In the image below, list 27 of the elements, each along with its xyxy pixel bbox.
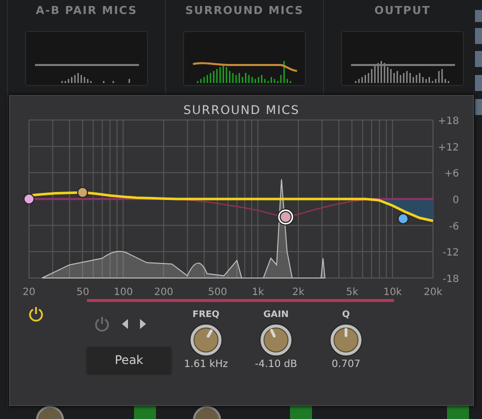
axis-label: 500: [208, 287, 228, 298]
axis-label: 20k: [424, 287, 442, 298]
axis-label: 1k: [252, 287, 264, 298]
axis-label: +6: [444, 168, 459, 180]
axis-label: 2k: [292, 287, 304, 298]
channel-title: OUTPUT: [374, 4, 431, 19]
axis-label: 50: [76, 287, 90, 298]
axis-label: 5k: [346, 287, 358, 298]
knob-label: FREQ: [192, 310, 220, 320]
channel-title: SURROUND MICS: [185, 4, 304, 19]
axis-label: 10k: [383, 287, 402, 298]
axis-label: -18: [442, 274, 459, 285]
axis-label: 100: [114, 287, 133, 298]
knob-label: Q: [342, 310, 350, 320]
axis-label: 20: [22, 287, 36, 298]
axis-label: 0: [452, 195, 459, 206]
axis-label: +18: [438, 116, 459, 127]
knob-value: 0.707: [332, 359, 360, 370]
channel-title: A-B PAIR MICS: [36, 4, 138, 19]
axis-label: +12: [438, 142, 459, 154]
axis-label: -12: [442, 248, 459, 259]
knob-value: -4.10 dB: [254, 359, 298, 370]
panel-title: SURROUND MICS: [182, 103, 301, 119]
knob-value: 1.61 kHz: [184, 359, 228, 370]
knob-label: GAIN: [263, 310, 289, 320]
axis-label: 200: [154, 287, 174, 298]
axis-label: -6: [449, 221, 459, 232]
